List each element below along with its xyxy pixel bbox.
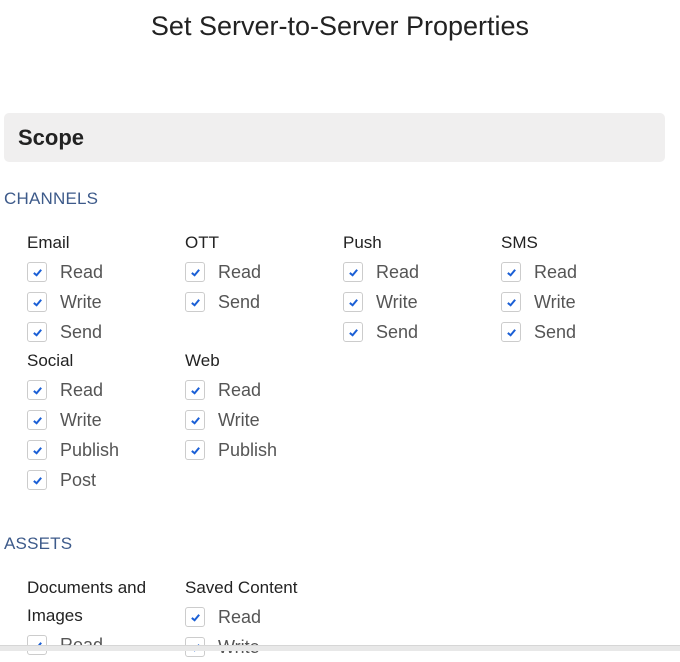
checkbox[interactable] [343, 322, 363, 342]
checkbox[interactable] [27, 440, 47, 460]
channels-section-label: CHANNELS [4, 189, 99, 208]
checkbox-item[interactable]: Publish [185, 435, 277, 465]
checkbox-label: Write [534, 291, 576, 312]
checkbox[interactable] [343, 292, 363, 312]
checkbox-label: Write [376, 291, 418, 312]
group-label: Documents and [27, 578, 147, 597]
checkbox-label: Read [218, 379, 262, 400]
checkbox-item[interactable]: Read [501, 257, 577, 287]
group-social: Social Read Write Publish Post [27, 347, 119, 495]
check-icon [32, 476, 42, 485]
check-icon [348, 298, 358, 307]
checkbox-label: Send [376, 321, 419, 342]
checkbox[interactable] [501, 292, 521, 312]
check-icon [348, 328, 358, 337]
checkbox[interactable] [27, 322, 47, 342]
checkbox[interactable] [27, 380, 47, 400]
checkbox[interactable] [27, 470, 47, 490]
checkbox-item[interactable]: Send [27, 317, 103, 347]
checkbox-label: Read [218, 261, 262, 282]
check-icon [32, 446, 42, 455]
checkbox-item[interactable]: Send [501, 317, 577, 347]
checkbox-label: Read [218, 606, 262, 627]
checkbox-item[interactable]: Read [27, 375, 119, 405]
checkbox-item[interactable]: Read [185, 375, 277, 405]
group-label: Web [185, 351, 220, 370]
check-icon [506, 328, 516, 337]
checkbox-item[interactable]: Read [27, 257, 103, 287]
group-label: Images [27, 606, 83, 625]
checkbox-label: Read [376, 261, 420, 282]
group-label: SMS [501, 233, 538, 252]
check-icon [190, 613, 200, 622]
checkbox[interactable] [501, 262, 521, 282]
checkbox-label: Send [60, 321, 103, 342]
checkbox-item[interactable]: Write [27, 405, 119, 435]
checkbox-item[interactable]: Read [343, 257, 419, 287]
checkbox-item[interactable]: Read [185, 602, 297, 632]
checkbox-label: Write [60, 291, 102, 312]
scope-header: Scope [4, 113, 665, 162]
check-icon [506, 298, 516, 307]
checkbox-label: Read [534, 261, 578, 282]
checkbox-label: Write [60, 409, 102, 430]
checkbox[interactable] [27, 262, 47, 282]
checkbox-label: Publish [218, 439, 278, 460]
checkbox-item[interactable]: Send [343, 317, 419, 347]
checkbox[interactable] [185, 410, 205, 430]
checkbox-label: Publish [60, 439, 120, 460]
checkbox[interactable] [501, 322, 521, 342]
check-icon [32, 416, 42, 425]
check-icon [32, 386, 42, 395]
scope-title: Scope [18, 125, 85, 150]
checkbox[interactable] [27, 410, 47, 430]
group-label: Email [27, 233, 70, 252]
checkbox[interactable] [27, 292, 47, 312]
checkbox-label: Post [60, 469, 97, 490]
check-icon [32, 298, 42, 307]
assets-section-label: ASSETS [4, 534, 73, 553]
check-icon [190, 298, 200, 307]
checkbox-label: Send [534, 321, 577, 342]
group-sms: SMS Read Write Send [501, 229, 577, 347]
checkbox-item[interactable]: Post [27, 465, 119, 495]
check-icon [32, 268, 42, 277]
checkbox-label: Read [60, 379, 104, 400]
checkbox[interactable] [185, 607, 205, 627]
page-title: Set Server-to-Server Properties [150, 11, 530, 41]
checkbox-item[interactable]: Write [185, 405, 277, 435]
check-icon [348, 268, 358, 277]
checkbox[interactable] [185, 262, 205, 282]
checkbox-label: Read [60, 261, 104, 282]
checkbox-item[interactable]: Write [501, 287, 577, 317]
group-label: Social [27, 351, 74, 370]
checkbox[interactable] [343, 262, 363, 282]
check-icon [190, 446, 200, 455]
check-icon [190, 416, 200, 425]
group-label: Push [343, 233, 382, 252]
group-ott: OTT Read Send [185, 229, 261, 317]
checkbox-item[interactable]: Publish [27, 435, 119, 465]
checkbox-item[interactable]: Write [343, 287, 419, 317]
group-label: Saved Content [185, 578, 298, 597]
checkbox-item[interactable]: Write [27, 287, 103, 317]
checkbox[interactable] [185, 440, 205, 460]
check-icon [190, 386, 200, 395]
checkbox-item[interactable]: Send [185, 287, 261, 317]
group-email: Email Read Write Send [27, 229, 103, 347]
group-web: Web Read Write Publish [185, 347, 277, 465]
checkbox-item[interactable]: Read [185, 257, 261, 287]
group-label: OTT [185, 233, 219, 252]
checkbox-label: Send [218, 291, 261, 312]
checkbox[interactable] [185, 292, 205, 312]
check-icon [190, 268, 200, 277]
check-icon [32, 328, 42, 337]
group-push: Push Read Write Send [343, 229, 419, 347]
checkbox[interactable] [185, 380, 205, 400]
checkbox-label: Write [218, 409, 260, 430]
check-icon [506, 268, 516, 277]
bottom-bar [0, 645, 680, 651]
